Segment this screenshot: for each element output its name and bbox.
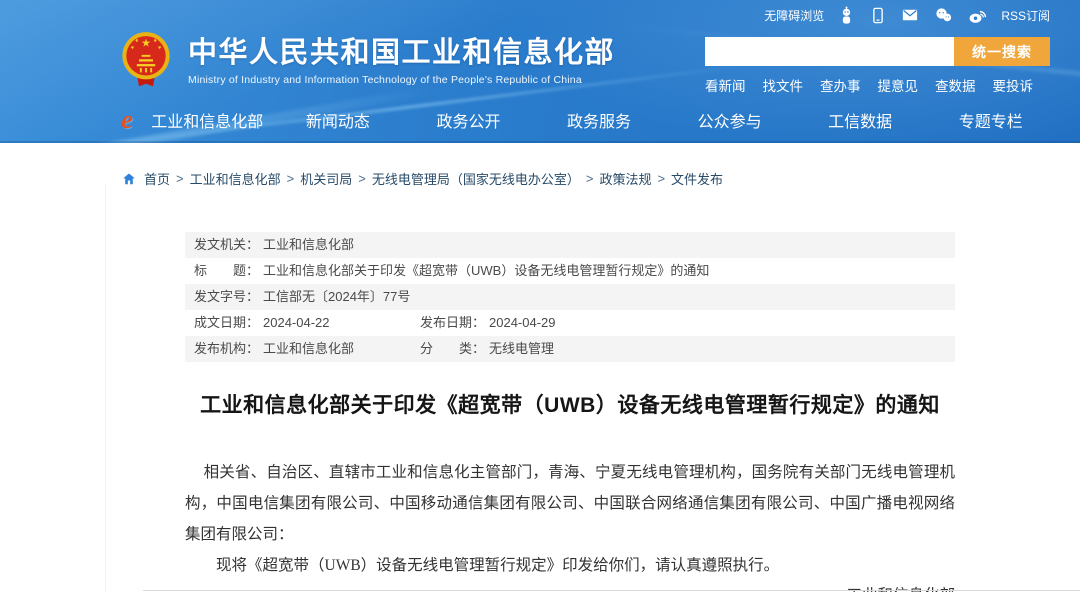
miit-e-logo-icon[interactable]: e [112,105,142,135]
nav-item-miit[interactable]: 工业和信息化部 [142,108,273,132]
search-input[interactable] [705,37,954,66]
content-left-border [105,183,106,592]
breadcrumb-miit[interactable]: 工业和信息化部 [190,169,281,188]
nav-item-data[interactable]: 工信数据 [795,108,926,132]
meta-value: 工信部无〔2024年〕77号 [263,289,410,304]
meta-row-publisher: 发布机构： 工业和信息化部 分 类： 无线电管理 [185,336,955,362]
page-content: 首页 > 工业和信息化部 > 机关司局 > 无线电管理局（国家无线电办公室） >… [0,143,1080,592]
page: 无障碍浏览 [0,0,1080,592]
meta-row-title: 标 题： 工业和信息化部关于印发《超宽带（UWB）设备无线电管理暂行规定》的通知 [185,258,955,284]
quick-link-suggest[interactable]: 提意见 [878,75,919,95]
meta-value: 2024-04-29 [489,315,556,330]
quick-links: 看新闻 找文件 查办事 提意见 查数据 要投诉 [705,75,1050,95]
nav-item-gov-open[interactable]: 政务公开 [403,108,534,132]
wechat-icon[interactable] [933,5,954,25]
site-subtitle: Ministry of Industry and Information Tec… [188,74,615,86]
quick-link-files[interactable]: 找文件 [763,75,804,95]
meta-row-issuing-authority: 发文机关： 工业和信息化部 [185,232,955,258]
meta-label: 标 题： [194,263,259,278]
article-paragraph-directive: 现将《超宽带（UWB）设备无线电管理暂行规定》印发给你们，请认真遵照执行。 [185,550,955,581]
breadcrumb-separator: > [176,171,184,186]
main-navbar: e 工业和信息化部 新闻动态 政务公开 政务服务 公众参与 工信数据 专题专栏 [0,98,1080,143]
quick-link-complain[interactable]: 要投诉 [993,75,1034,95]
meta-row-dates: 成文日期： 2024-04-22 发布日期： 2024-04-29 [185,310,955,336]
meta-label: 发文字号： [194,289,259,304]
quick-link-services[interactable]: 查办事 [820,75,861,95]
bottom-divider [143,590,1080,591]
document: 发文机关： 工业和信息化部 标 题： 工业和信息化部关于印发《超宽带（UWB）设备无… [185,232,955,592]
quick-link-data[interactable]: 查数据 [935,75,976,95]
breadcrumb-documents[interactable]: 文件发布 [671,169,723,188]
meta-label: 分 类： [420,341,485,356]
breadcrumb-policies[interactable]: 政策法规 [599,169,651,188]
mobile-icon[interactable] [869,5,887,25]
breadcrumb-separator: > [287,171,295,186]
home-icon[interactable] [122,172,136,186]
article-body: 相关省、自治区、直辖市工业和信息化主管部门，青海、宁夏无线电管理机构，国务院有关… [185,457,955,581]
meta-row-doc-number: 发文字号： 工信部无〔2024年〕77号 [185,284,955,310]
meta-label: 发布日期： [420,315,485,330]
quick-link-news[interactable]: 看新闻 [705,75,746,95]
meta-label: 发文机关： [194,237,259,252]
site-title: 中华人民共和国工业和信息化部 [188,36,615,70]
meta-value: 无线电管理 [489,341,554,356]
breadcrumb-radio-bureau[interactable]: 无线电管理局（国家无线电办公室） [372,169,580,188]
header-main: 中华人民共和国工业和信息化部 Ministry of Industry and … [118,30,615,92]
nav-item-news[interactable]: 新闻动态 [273,108,404,132]
meta-value: 工业和信息化部 [263,341,354,356]
breadcrumb-separator: > [657,171,665,186]
article-paragraph-addressees: 相关省、自治区、直辖市工业和信息化主管部门，青海、宁夏无线电管理机构，国务院有关… [185,457,955,550]
robot-icon[interactable] [837,5,856,25]
nav-item-topics[interactable]: 专题专栏 [925,108,1056,132]
document-meta-table: 发文机关： 工业和信息化部 标 题： 工业和信息化部关于印发《超宽带（UWB）设备无… [185,232,955,362]
national-emblem-icon [118,30,174,92]
article-title: 工业和信息化部关于印发《超宽带（UWB）设备无线电管理暂行规定》的通知 [185,389,955,419]
rss-link[interactable]: RSS订阅 [1001,7,1050,24]
breadcrumb-home[interactable]: 首页 [144,169,170,188]
mail-icon[interactable] [900,5,920,25]
meta-value: 工业和信息化部 [263,237,354,252]
breadcrumb-separator: > [358,171,366,186]
accessibility-link[interactable]: 无障碍浏览 [764,7,824,24]
nav-item-gov-service[interactable]: 政务服务 [534,108,665,132]
meta-label: 发布机构： [194,341,259,356]
search-button[interactable]: 统一搜索 [954,37,1050,66]
breadcrumb: 首页 > 工业和信息化部 > 机关司局 > 无线电管理局（国家无线电办公室） >… [122,169,723,188]
meta-label: 成文日期： [194,315,259,330]
weibo-icon[interactable] [967,5,988,25]
topbar: 无障碍浏览 [764,0,1050,30]
nav-item-participation[interactable]: 公众参与 [664,108,795,132]
breadcrumb-departments[interactable]: 机关司局 [300,169,352,188]
search-area: 统一搜索 看新闻 找文件 查办事 提意见 查数据 要投诉 [705,37,1050,95]
meta-value: 工业和信息化部关于印发《超宽带（UWB）设备无线电管理暂行规定》的通知 [263,263,709,278]
site-header: 无障碍浏览 [0,0,1080,143]
meta-value: 2024-04-22 [263,315,330,330]
breadcrumb-separator: > [586,171,594,186]
